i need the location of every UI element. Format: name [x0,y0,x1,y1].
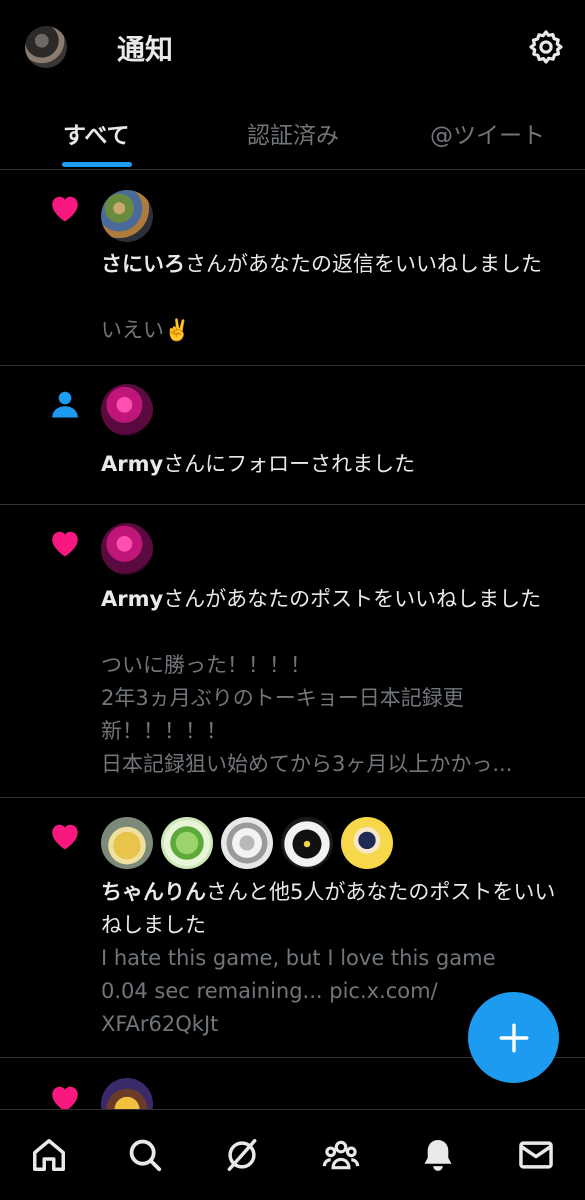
snippet-line: 2年3ヵ月ぶりのトーキョー日本記録更 [101,686,464,710]
post-snippet: いえい✌️ [101,314,561,347]
notification-message: さんがあなたの返信をいいねしました [185,252,542,276]
heart-icon [52,824,78,850]
snippet-line: 日本記録狙い始めてから3ヶ月以上かかっ... [101,752,513,776]
top-header: 通知 [0,0,585,96]
actor-avatars [101,523,153,575]
person-icon [52,391,78,418]
actor-name[interactable]: Army [101,587,163,611]
notification-text: Armyさんにフォローされました [101,448,561,481]
avatar[interactable] [281,817,333,869]
actor-name[interactable]: さにいろ [101,252,185,276]
avatar[interactable] [221,817,273,869]
avatar[interactable] [161,817,213,869]
mail-icon[interactable] [517,1136,555,1174]
notification-text: ちゃんりんさんと他5人があなたのポストをいいねしました [101,876,561,942]
bottom-nav [0,1109,585,1200]
grok-icon[interactable] [223,1136,261,1174]
post-snippet: ついに勝った！！！！ 2年3ヵ月ぶりのトーキョー日本記録更 新！！！！！ 日本記… [101,649,561,781]
snippet-line: I hate this game, but I love this game [101,946,496,970]
avatar[interactable] [101,190,153,242]
actor-avatars [101,817,393,869]
bell-icon[interactable] [419,1136,457,1174]
avatar[interactable] [341,817,393,869]
compose-button[interactable] [468,992,559,1083]
notification-item[interactable]: さにいろさんがあなたの返信をいいねしました いえい✌️ [0,170,585,366]
search-icon[interactable] [126,1136,164,1174]
heart-icon [52,531,78,557]
communities-icon[interactable] [322,1136,360,1174]
actor-avatars [101,384,153,436]
plus-icon [499,1023,528,1052]
snippet-line: 新！！！！！ [101,719,227,743]
tab-verified[interactable]: 認証済み [247,116,339,150]
active-tab-indicator [62,162,132,167]
notification-text: Armyさんがあなたのポストをいいねしました [101,583,561,616]
page-title: 通知 [117,33,174,66]
notification-item[interactable]: Armyさんにフォローされました [0,366,585,505]
notification-item[interactable]: Armyさんがあなたのポストをいいねしました ついに勝った！！！！ 2年3ヵ月ぶ… [0,505,585,798]
tab-all[interactable]: すべて [63,116,129,150]
heart-icon [52,196,78,222]
notification-message: さんにフォローされました [163,452,416,476]
snippet-line: ついに勝った！！！！ [101,653,311,677]
actor-name[interactable]: Army [101,452,163,476]
notification-message: さんがあなたのポストをいいねしました [163,587,542,611]
avatar[interactable] [101,817,153,869]
gear-icon[interactable] [527,28,565,66]
profile-avatar[interactable] [25,26,67,68]
snippet-line: いえい✌️ [101,318,191,342]
actor-avatars [101,190,153,242]
tab-mentions[interactable]: @ツイート [430,116,545,150]
avatar[interactable] [101,384,153,436]
notification-tabs: すべて 認証済み @ツイート [0,96,585,170]
avatar[interactable] [101,523,153,575]
home-icon[interactable] [30,1136,68,1174]
notification-text: さにいろさんがあなたの返信をいいねしました [101,248,561,281]
actor-name[interactable]: ちゃんりん [101,880,206,904]
